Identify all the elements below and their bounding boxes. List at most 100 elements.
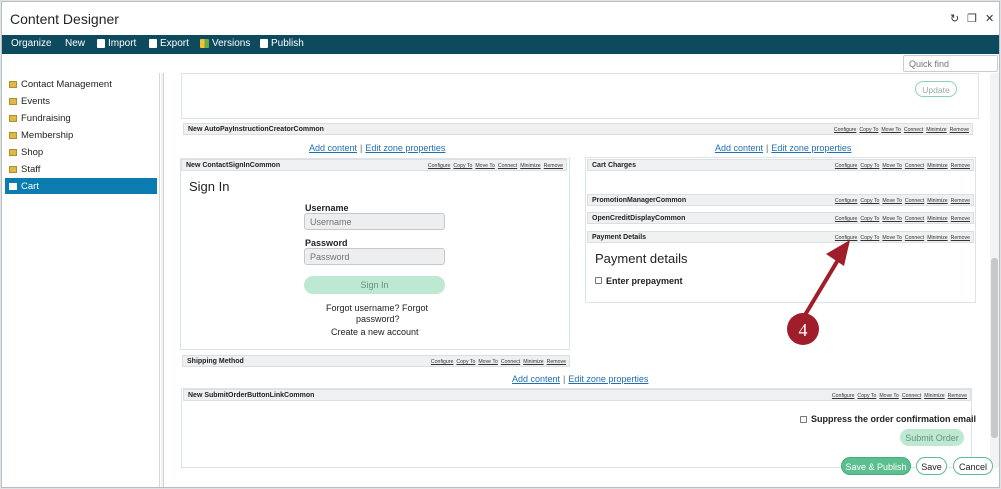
minimize-link[interactable]: Minimize xyxy=(927,235,947,241)
submit-order-button[interactable]: Submit Order xyxy=(900,429,964,446)
move-to-link[interactable]: Move To xyxy=(882,163,902,169)
publish-button[interactable]: Publish xyxy=(260,38,304,49)
remove-link[interactable]: Remove xyxy=(951,216,970,222)
remove-link[interactable]: Remove xyxy=(951,198,970,204)
connect-link[interactable]: Connect xyxy=(905,163,924,169)
configure-link[interactable]: Configure xyxy=(832,393,855,399)
connect-link[interactable]: Connect xyxy=(904,127,923,133)
minimize-link[interactable]: Minimize xyxy=(924,393,944,399)
webpart-promotion-header: PromotionManagerCommon Configure Copy To M… xyxy=(587,194,974,206)
remove-link[interactable]: Remove xyxy=(951,235,970,241)
remove-link[interactable]: Remove xyxy=(547,359,566,365)
remove-link[interactable]: Remove xyxy=(948,393,967,399)
sidebar-item-shop[interactable]: Shop xyxy=(5,144,157,160)
save-button[interactable]: Save xyxy=(916,457,947,475)
quick-find-input[interactable] xyxy=(903,55,998,72)
add-content-link[interactable]: Add content xyxy=(512,374,560,384)
webpart-actions: Configure Copy To Move To Connect Minimize Re… xyxy=(832,393,967,399)
connect-link[interactable]: Connect xyxy=(905,198,924,204)
copy-to-link[interactable]: Copy To xyxy=(453,163,472,169)
update-button[interactable]: Update xyxy=(915,81,957,97)
suppress-email-label: Suppress the order confirmation email xyxy=(811,414,977,424)
configure-link[interactable]: Configure xyxy=(835,163,858,169)
edit-zone-properties-link[interactable]: Edit zone properties xyxy=(365,143,445,153)
content-designer-window: Content Designer ↻ ❐ ✕ Organize New Impo… xyxy=(1,1,1000,488)
new-button[interactable]: New xyxy=(65,38,85,49)
minimize-link[interactable]: Minimize xyxy=(523,359,543,365)
remove-link[interactable]: Remove xyxy=(950,127,969,133)
connect-link[interactable]: Connect xyxy=(905,235,924,241)
minimize-link[interactable]: Minimize xyxy=(926,127,946,133)
copy-to-link[interactable]: Copy To xyxy=(860,216,879,222)
move-to-link[interactable]: Move To xyxy=(475,163,495,169)
move-to-link[interactable]: Move To xyxy=(478,359,498,365)
connect-link[interactable]: Connect xyxy=(902,393,921,399)
sidebar-item-label: Membership xyxy=(21,129,74,141)
forgot-password-link[interactable]: password? xyxy=(356,314,400,324)
connect-link[interactable]: Connect xyxy=(501,359,520,365)
sidebar-item-label: Fundraising xyxy=(21,112,71,124)
webpart-actions: Configure Copy To Move To Connect Minimize Re… xyxy=(834,127,969,133)
export-label: Export xyxy=(160,38,189,49)
prepayment-label: Enter prepayment xyxy=(606,276,683,286)
versions-button[interactable]: Versions xyxy=(200,38,250,49)
copy-to-link[interactable]: Copy To xyxy=(860,235,879,241)
add-content-link[interactable]: Add content xyxy=(715,143,763,153)
configure-link[interactable]: Configure xyxy=(834,127,857,133)
sidebar-item-fundraising[interactable]: Fundraising xyxy=(5,110,157,126)
export-button[interactable]: Export xyxy=(149,38,189,49)
connect-link[interactable]: Connect xyxy=(498,163,517,169)
import-button[interactable]: Import xyxy=(97,38,136,49)
username-field[interactable] xyxy=(304,213,445,230)
remove-link[interactable]: Remove xyxy=(544,163,563,169)
sign-in-button[interactable]: Sign In xyxy=(304,276,445,294)
sidebar-item-label: Shop xyxy=(21,146,44,158)
minimize-link[interactable]: Minimize xyxy=(927,216,947,222)
connect-link[interactable]: Connect xyxy=(905,216,924,222)
password-field[interactable] xyxy=(304,248,445,265)
sidebar-item-membership[interactable]: Membership xyxy=(5,127,157,143)
sidebar-item-cart[interactable]: Cart xyxy=(5,178,157,194)
move-to-link[interactable]: Move To xyxy=(882,216,902,222)
move-to-link[interactable]: Move To xyxy=(882,235,902,241)
restore-icon[interactable]: ❐ xyxy=(967,12,977,25)
create-account-link[interactable]: Create a new account xyxy=(331,327,419,337)
save-and-publish-button[interactable]: Save & Publish xyxy=(841,457,911,475)
copy-to-link[interactable]: Copy To xyxy=(860,198,879,204)
scrollbar-thumb[interactable] xyxy=(991,258,998,438)
vertical-scrollbar[interactable] xyxy=(990,73,999,468)
top-zone xyxy=(181,73,979,119)
organize-button[interactable]: Organize xyxy=(11,38,52,49)
copy-to-link[interactable]: Copy To xyxy=(857,393,876,399)
move-to-link[interactable]: Move To xyxy=(881,127,901,133)
forgot-credentials-link[interactable]: Forgot username? Forgot xyxy=(326,303,428,313)
move-to-link[interactable]: Move To xyxy=(879,393,899,399)
configure-link[interactable]: Configure xyxy=(835,235,858,241)
configure-link[interactable]: Configure xyxy=(835,198,858,204)
refresh-icon[interactable]: ↻ xyxy=(950,12,959,25)
sidebar-item-events[interactable]: Events xyxy=(5,93,157,109)
copy-to-link[interactable]: Copy To xyxy=(859,127,878,133)
minimize-link[interactable]: Minimize xyxy=(927,163,947,169)
prepayment-checkbox[interactable] xyxy=(595,277,602,284)
add-content-link[interactable]: Add content xyxy=(309,143,357,153)
suppress-email-checkbox[interactable] xyxy=(800,416,807,423)
remove-link[interactable]: Remove xyxy=(951,163,970,169)
edit-zone-properties-link[interactable]: Edit zone properties xyxy=(771,143,851,153)
cancel-button[interactable]: Cancel xyxy=(953,457,993,475)
minimize-link[interactable]: Minimize xyxy=(520,163,540,169)
right-zone-links: Add content | Edit zone properties xyxy=(715,143,851,153)
close-icon[interactable]: ✕ xyxy=(985,12,994,25)
copy-to-link[interactable]: Copy To xyxy=(860,163,879,169)
move-to-link[interactable]: Move To xyxy=(882,198,902,204)
sidebar-splitter[interactable] xyxy=(161,73,164,487)
configure-link[interactable]: Configure xyxy=(431,359,454,365)
minimize-link[interactable]: Minimize xyxy=(927,198,947,204)
edit-zone-properties-link[interactable]: Edit zone properties xyxy=(568,374,648,384)
copy-to-link[interactable]: Copy To xyxy=(456,359,475,365)
sidebar-item-staff[interactable]: Staff xyxy=(5,161,157,177)
configure-link[interactable]: Configure xyxy=(835,216,858,222)
window-title: Content Designer xyxy=(10,11,119,27)
sidebar-item-contact-management[interactable]: Contact Management xyxy=(5,76,157,92)
configure-link[interactable]: Configure xyxy=(428,163,451,169)
